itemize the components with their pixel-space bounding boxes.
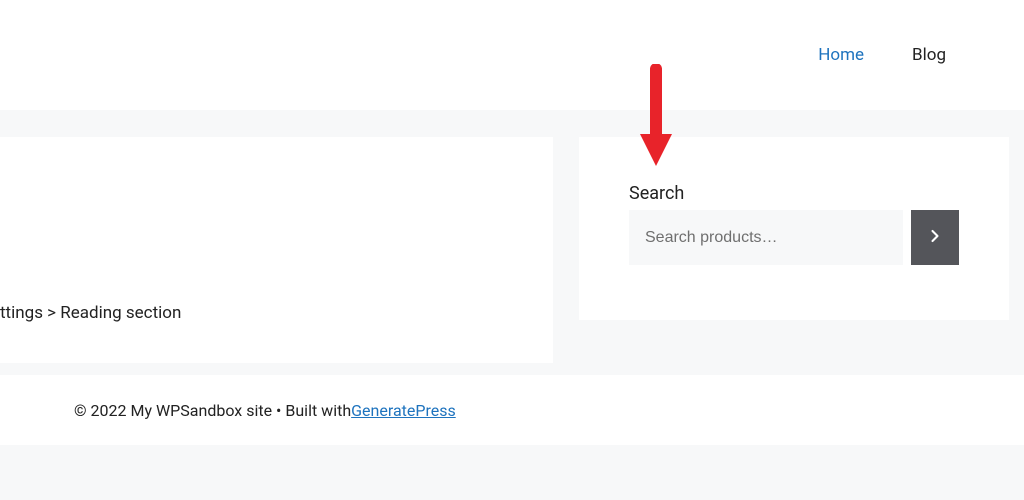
- footer-copyright: © 2022 My WPSandbox site • Built with: [74, 401, 351, 420]
- search-label: Search: [629, 183, 959, 204]
- footer: © 2022 My WPSandbox site • Built with Ge…: [0, 375, 1024, 445]
- search-input[interactable]: [629, 210, 903, 265]
- footer-link-generatepress[interactable]: GeneratePress: [351, 401, 456, 420]
- nav-blog[interactable]: Blog: [912, 45, 946, 65]
- chevron-right-icon: [925, 226, 945, 249]
- reading-section-text: ttings > Reading section: [0, 303, 181, 323]
- content-card: ttings > Reading section: [0, 137, 553, 363]
- nav-home[interactable]: Home: [818, 45, 864, 65]
- header: Home Blog: [0, 0, 1024, 110]
- main-area: ttings > Reading section Search: [0, 110, 1024, 375]
- search-row: [629, 210, 959, 265]
- main-nav: Home Blog: [818, 45, 946, 65]
- search-button[interactable]: [911, 210, 959, 265]
- sidebar-card: Search: [579, 137, 1009, 320]
- footer-wrap: © 2022 My WPSandbox site • Built with Ge…: [0, 375, 1024, 500]
